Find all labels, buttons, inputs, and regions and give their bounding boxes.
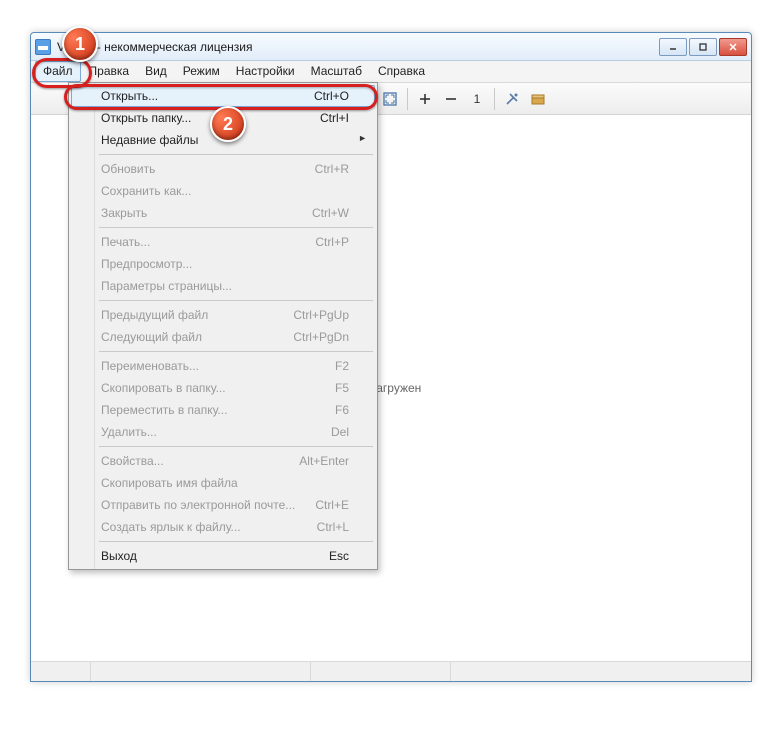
- menu-item-shortcut: Alt+Enter: [299, 454, 349, 468]
- menu-item-label: Отправить по электронной почте...: [101, 498, 299, 512]
- menu-item-label: Переименовать...: [101, 359, 319, 373]
- menu-separator: [99, 446, 373, 447]
- menu-item: Предыдущий файл Ctrl+PgUp: [71, 304, 375, 326]
- menu-item-label: Скопировать имя файла: [101, 476, 349, 490]
- zoom-reset-label: 1: [472, 92, 483, 106]
- menu-item-shortcut: Ctrl+O: [314, 89, 349, 103]
- menu-item-shortcut: Ctrl+PgDn: [293, 330, 349, 344]
- menu-item: Закрыть Ctrl+W: [71, 202, 375, 224]
- status-cell: [451, 662, 751, 681]
- menu-item: Обновить Ctrl+R: [71, 158, 375, 180]
- menu-item-label: Предыдущий файл: [101, 308, 277, 322]
- menu-item-shortcut: Ctrl+PgUp: [293, 308, 349, 322]
- menubar: Файл Правка Вид Режим Настройки Масштаб …: [31, 61, 751, 83]
- menu-item: Переместить в папку... F6: [71, 399, 375, 421]
- zoom-out-icon[interactable]: [440, 88, 462, 110]
- menu-item: Печать... Ctrl+P: [71, 231, 375, 253]
- menu-item-shortcut: Esc: [329, 549, 349, 563]
- titlebar: Viewer - некоммерческая лицензия: [31, 33, 751, 61]
- menu-item[interactable]: Открыть папку... Ctrl+I: [71, 107, 375, 129]
- menu-settings[interactable]: Настройки: [228, 61, 303, 82]
- menu-item-label: Переместить в папку...: [101, 403, 319, 417]
- status-cell: [91, 662, 311, 681]
- menu-item: Отправить по электронной почте... Ctrl+E: [71, 494, 375, 516]
- menu-item[interactable]: Недавние файлы: [71, 129, 375, 151]
- menu-item-label: Создать ярлык к файлу...: [101, 520, 301, 534]
- menu-item-shortcut: Ctrl+I: [320, 111, 349, 125]
- close-button[interactable]: [719, 38, 747, 56]
- zoom-reset-button[interactable]: 1: [466, 88, 488, 110]
- menu-item-label: Параметры страницы...: [101, 279, 349, 293]
- menu-item-shortcut: Ctrl+P: [315, 235, 349, 249]
- menu-item-shortcut: Ctrl+R: [315, 162, 349, 176]
- menu-item[interactable]: Открыть... Ctrl+O: [71, 85, 375, 107]
- menu-item: Удалить... Del: [71, 421, 375, 443]
- menu-separator: [99, 351, 373, 352]
- menu-item: Свойства... Alt+Enter: [71, 450, 375, 472]
- menu-mode[interactable]: Режим: [175, 61, 228, 82]
- menu-item-shortcut: Ctrl+W: [312, 206, 349, 220]
- status-cell: [31, 662, 91, 681]
- app-icon: [35, 39, 51, 55]
- zoom-in-icon[interactable]: [414, 88, 436, 110]
- statusbar: [31, 661, 751, 681]
- menu-item-label: Свойства...: [101, 454, 283, 468]
- menu-item-shortcut: Ctrl+L: [317, 520, 349, 534]
- menu-view[interactable]: Вид: [137, 61, 175, 82]
- fullscreen-icon[interactable]: [379, 88, 401, 110]
- window-title: Viewer - некоммерческая лицензия: [57, 40, 659, 54]
- menu-item-label: Выход: [101, 549, 313, 563]
- menu-item-label: Следующий файл: [101, 330, 277, 344]
- window-buttons: [659, 38, 747, 56]
- menu-file[interactable]: Файл: [35, 61, 81, 82]
- menu-item: Параметры страницы...: [71, 275, 375, 297]
- menu-edit[interactable]: Правка: [81, 61, 138, 82]
- file-dropdown: Открыть... Ctrl+O Открыть папку... Ctrl+I Не…: [68, 82, 378, 570]
- menu-item-shortcut: F6: [335, 403, 349, 417]
- menu-item-shortcut: Del: [331, 425, 349, 439]
- menu-item-label: Предпросмотр...: [101, 257, 349, 271]
- menu-separator: [99, 227, 373, 228]
- menu-help[interactable]: Справка: [370, 61, 433, 82]
- menu-item[interactable]: Выход Esc: [71, 545, 375, 567]
- menu-item-shortcut: F5: [335, 381, 349, 395]
- menu-separator: [99, 154, 373, 155]
- menu-item-label: Открыть папку...: [101, 111, 304, 125]
- tools-icon[interactable]: [501, 88, 523, 110]
- menu-item-label: Недавние файлы: [101, 133, 349, 147]
- menu-item: Скопировать имя файла: [71, 472, 375, 494]
- menu-item-label: Скопировать в папку...: [101, 381, 319, 395]
- menu-item: Предпросмотр...: [71, 253, 375, 275]
- menu-item-shortcut: F2: [335, 359, 349, 373]
- menu-item: Сохранить как...: [71, 180, 375, 202]
- menu-zoom[interactable]: Масштаб: [303, 61, 370, 82]
- toolbar-separator: [407, 88, 408, 110]
- package-icon[interactable]: [527, 88, 549, 110]
- menu-item: Следующий файл Ctrl+PgDn: [71, 326, 375, 348]
- menu-separator: [99, 541, 373, 542]
- menu-item-label: Печать...: [101, 235, 299, 249]
- menu-separator: [99, 300, 373, 301]
- menu-item-label: Открыть...: [101, 89, 298, 103]
- maximize-button[interactable]: [689, 38, 717, 56]
- minimize-button[interactable]: [659, 38, 687, 56]
- status-cell: [311, 662, 451, 681]
- menu-item-label: Сохранить как...: [101, 184, 349, 198]
- menu-item: Переименовать... F2: [71, 355, 375, 377]
- menu-item-label: Обновить: [101, 162, 299, 176]
- toolbar-separator: [494, 88, 495, 110]
- menu-item: Создать ярлык к файлу... Ctrl+L: [71, 516, 375, 538]
- menu-item: Скопировать в папку... F5: [71, 377, 375, 399]
- menu-item-label: Закрыть: [101, 206, 296, 220]
- menu-item-shortcut: Ctrl+E: [315, 498, 349, 512]
- menu-item-label: Удалить...: [101, 425, 315, 439]
